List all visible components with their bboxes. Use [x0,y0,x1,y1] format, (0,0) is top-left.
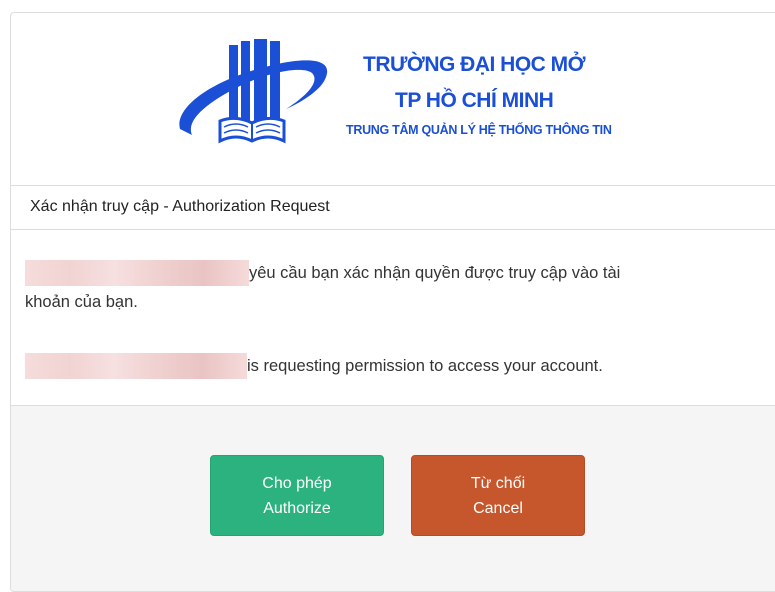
card-footer: Cho phép Authorize Từ chối Cancel [11,405,775,591]
card-header: Xác nhận truy cập - Authorization Reques… [11,185,775,230]
book-globe-logo-icon [179,39,328,144]
logo-university-name: TRƯỜNG ĐẠI HỌC MỞ [363,53,586,76]
card-body: yêu cầu bạn xác nhận quyền được truy cập… [11,230,775,405]
cancel-label-vi: Từ chối [470,474,526,492]
redacted-app-name [25,260,249,286]
cancel-label-en: Cancel [473,499,523,517]
logo-city-name: TP HỒ CHÍ MINH [395,89,554,112]
university-logo: TRƯỜNG ĐẠI HỌC MỞ TP HỒ CHÍ MINH TRUNG T… [11,13,775,185]
vi-message-line1: yêu cầu bạn xác nhận quyền được truy cập… [249,264,621,282]
vi-message-line2: khoản của bạn. [25,293,138,311]
en-message: is requesting permission to access your … [247,357,603,375]
authorize-button[interactable]: Cho phép Authorize [210,455,384,536]
authorize-label-en: Authorize [263,499,331,517]
authorize-label-vi: Cho phép [262,474,332,492]
cancel-button[interactable]: Từ chối Cancel [411,455,585,536]
redacted-app-name [25,353,247,379]
logo-department-name: TRUNG TÂM QUẢN LÝ HỆ THỐNG THÔNG TIN [346,123,612,137]
page-title: Xác nhận truy cập - Authorization Reques… [30,198,330,215]
authorization-card: TRƯỜNG ĐẠI HỌC MỞ TP HỒ CHÍ MINH TRUNG T… [10,12,775,592]
